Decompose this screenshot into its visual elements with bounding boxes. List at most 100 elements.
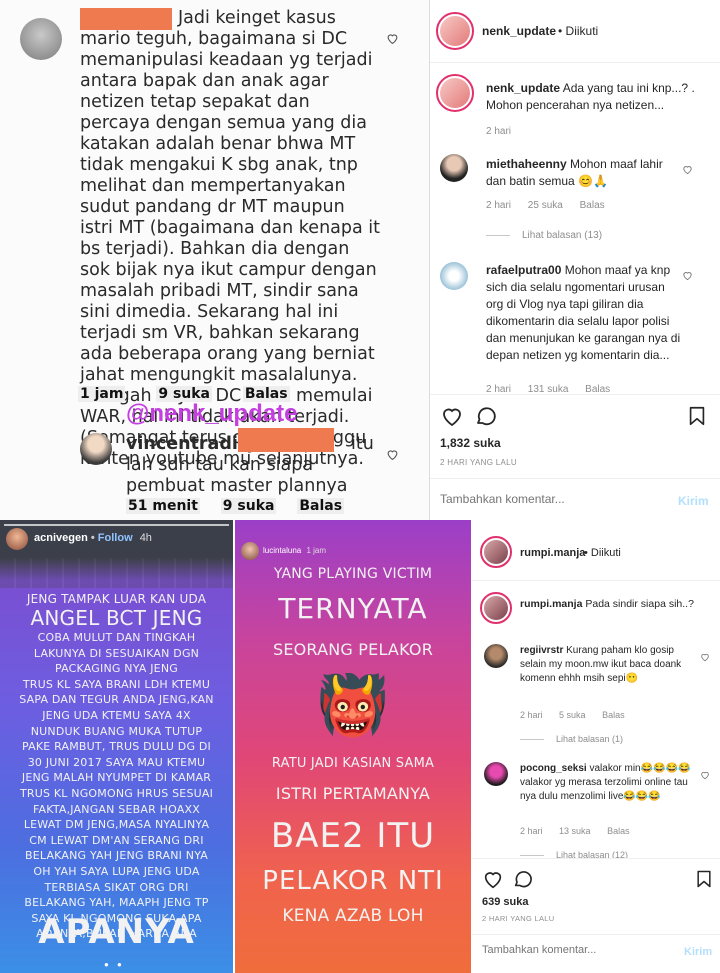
comment-avatar[interactable] (484, 762, 508, 786)
story-2: lucintaluna 1 jam YANG PLAYING VICTIM TE… (233, 520, 471, 973)
comment-1: regiivrstr Kurang paham klo gosip selain… (520, 644, 696, 686)
divider (430, 62, 720, 63)
header-username[interactable]: rumpi.manja (520, 547, 585, 559)
comment-time: 2 hari (486, 384, 512, 394)
story-dots: ● ● (104, 960, 125, 969)
caption: rumpi.manja Pada sindir siapa sih..? (520, 596, 710, 613)
comment-icon[interactable] (512, 868, 534, 890)
story-line: TERNYATA (278, 592, 428, 625)
story-last-line: APANYA (38, 912, 195, 952)
view-replies[interactable]: Lihat balasan (12) (520, 850, 628, 858)
story-1: acnivegen • Follow 4h JENG TAMPAK LUAR K… (0, 520, 233, 973)
divider (430, 478, 720, 479)
reply-reply-button[interactable]: Balas (297, 498, 345, 514)
header-username[interactable]: nenk_update (482, 24, 556, 38)
story-line: SEORANG PELAKOR (272, 640, 434, 659)
comment-icon[interactable] (474, 404, 498, 428)
story-avatar[interactable] (6, 528, 28, 550)
comment-time: 2 hari (520, 826, 543, 836)
reply-button[interactable]: Balas (607, 826, 630, 836)
follow-button[interactable]: Follow (98, 532, 133, 544)
story-user[interactable]: acnivegen (34, 532, 88, 544)
divider (472, 580, 720, 581)
comment-input[interactable] (440, 492, 660, 506)
follow-status[interactable]: • Diikuti (558, 24, 598, 38)
story-line: KENA AZAB LOH (282, 906, 424, 926)
comment-1: miethaheenny Mohon maaf lahir dan batin … (486, 156, 676, 190)
comment-avatar[interactable] (440, 154, 468, 182)
ogre-emoji-icon: 👹 (316, 671, 390, 739)
bookmark-icon[interactable] (686, 404, 708, 428)
comment-likes: 13 suka (559, 826, 591, 836)
comment-2: pocong_seksi valakor min😂😂😂😂valakor yg m… (520, 762, 696, 804)
story-body: COBA MULUT DAN TINGKAH LAKUNYA DI SESUAI… (19, 631, 214, 941)
caption-username[interactable]: nenk_update (486, 81, 560, 95)
poster-avatar[interactable] (480, 536, 512, 568)
comment-meta: 2 hari 131 suka Balas (486, 384, 624, 394)
commenter-avatar[interactable] (20, 18, 62, 60)
story-user[interactable]: lucintaluna (263, 546, 301, 555)
comment-username[interactable]: miethaheenny (486, 157, 567, 171)
story-progress (4, 524, 229, 526)
divider (472, 858, 720, 859)
bottom-right-panel: rumpi.manja • Diikuti rumpi.manja Pada s… (472, 520, 720, 973)
comment-username[interactable]: regiivrstr (520, 645, 563, 656)
heart-icon[interactable] (386, 448, 399, 461)
post-button[interactable]: Kirim (684, 946, 712, 958)
reply-likes: 9 suka (220, 498, 277, 514)
heart-icon[interactable] (700, 770, 710, 780)
bookmark-icon[interactable] (694, 868, 714, 890)
view-replies[interactable]: Lihat balasan (1) (520, 734, 623, 744)
heart-icon[interactable] (700, 652, 710, 662)
reply-button[interactable]: Balas (585, 384, 610, 394)
heart-icon[interactable] (682, 164, 693, 175)
caption-avatar[interactable] (480, 592, 512, 624)
caption-username[interactable]: rumpi.manja (520, 598, 582, 610)
view-replies[interactable]: Lihat balasan (13) (486, 230, 602, 241)
comment-username[interactable]: rafaelputra00 (486, 263, 561, 277)
comment-meta: 2 hari 5 suka Balas (520, 710, 639, 720)
reply-button[interactable]: Balas (602, 710, 625, 720)
heart-icon[interactable] (386, 32, 399, 45)
heart-icon[interactable] (440, 404, 464, 428)
comment-meta: 2 hari 25 suka Balas (486, 200, 619, 211)
comment-time: 1 jam (78, 386, 126, 402)
comment-avatar[interactable] (440, 262, 468, 290)
top-left-panel: Jadi keinget kasus mario teguh, bagaiman… (0, 0, 430, 520)
heart-icon[interactable] (482, 868, 504, 890)
follow-status[interactable]: • Diikuti (584, 547, 621, 559)
post-date: 2 HARI YANG LALU (482, 914, 555, 923)
reply-avatar[interactable] (80, 433, 112, 465)
post-date: 2 HARI YANG LALU (440, 458, 517, 467)
heart-icon[interactable] (682, 270, 693, 281)
story-avatar[interactable] (241, 542, 259, 560)
reply-text: itu lah sdh tau kan siapa pembuat master… (126, 434, 374, 496)
reply-button[interactable]: Balas (580, 200, 605, 211)
poster-avatar[interactable] (436, 12, 474, 50)
comment-avatar[interactable] (484, 644, 508, 668)
story-line: ISTRI PERTAMANYA (275, 784, 431, 803)
comment-username[interactable]: pocong_seksi (520, 763, 587, 774)
caption-text: Pada sindir siapa sih..? (585, 598, 694, 610)
comments-clip: 2 hari 131 suka Balas (430, 380, 720, 394)
story-line: JENG TAMPAK LUAR KAN UDA (26, 592, 207, 606)
story-time: 1 jam (306, 546, 327, 555)
divider (430, 394, 720, 395)
story-top-band (0, 558, 233, 588)
dot: • (90, 532, 95, 544)
reply-meta: 51 menit 9 suka Balas (126, 498, 345, 514)
watermark: @nenk_update (126, 400, 298, 427)
likes-count[interactable]: 1,832 suka (440, 436, 501, 450)
likes-count[interactable]: 639 suka (482, 896, 528, 908)
caption-avatar[interactable] (436, 74, 474, 112)
comment-input[interactable] (482, 944, 672, 956)
post-button[interactable]: Kirim (678, 494, 709, 508)
comment-meta: 2 hari 13 suka Balas (520, 826, 644, 836)
story-time: 4h (139, 532, 152, 544)
top-right-panel: nenk_update • Diikuti nenk_update Ada ya… (430, 0, 720, 520)
comment-likes: 5 suka (559, 710, 586, 720)
comment-likes: 131 suka (527, 384, 569, 394)
story-line: BAE2 ITU (270, 816, 436, 856)
reply-time: 51 menit (126, 498, 200, 514)
story-line: ANGEL BCT JENG (30, 606, 203, 630)
